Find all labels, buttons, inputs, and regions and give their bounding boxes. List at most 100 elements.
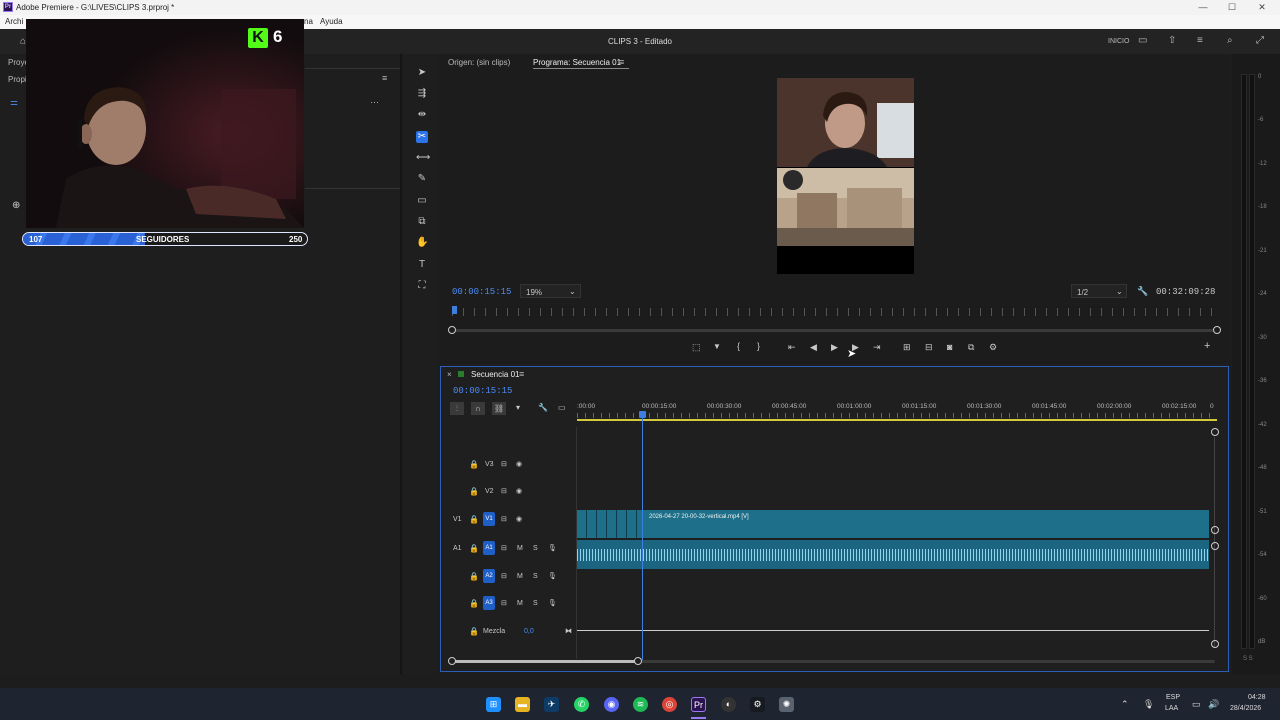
- solo-button[interactable]: S: [533, 600, 538, 607]
- zoom-handle-right[interactable]: [1213, 326, 1221, 334]
- selection-tool-icon[interactable]: ➤: [416, 67, 428, 79]
- add-marker-icon[interactable]: ▾: [516, 403, 520, 412]
- lock-icon[interactable]: 🔒: [469, 460, 479, 469]
- v-scroll-handle[interactable]: [1211, 526, 1219, 534]
- mix-jump-icon[interactable]: ⧓: [565, 627, 572, 635]
- language-code[interactable]: ESP: [1166, 694, 1180, 701]
- snap-icon[interactable]: ∩: [471, 402, 485, 415]
- sync-lock-icon[interactable]: ⊟: [501, 572, 507, 580]
- sync-lock-icon[interactable]: ⊟: [501, 544, 507, 552]
- mute-button[interactable]: M: [517, 600, 523, 607]
- mute-button[interactable]: M: [517, 545, 523, 552]
- menu-icon[interactable]: ≡: [1197, 35, 1203, 46]
- panel-layout-icon[interactable]: ▭: [1138, 35, 1147, 46]
- track-select-tool-icon[interactable]: ⇶: [416, 88, 428, 100]
- go-to-in-icon[interactable]: ⇤: [788, 342, 796, 353]
- v-scroll-top-handle[interactable]: [1211, 428, 1219, 436]
- button-editor-icon[interactable]: +: [1204, 340, 1210, 352]
- lock-icon[interactable]: 🔒: [469, 627, 479, 636]
- add-marker-icon[interactable]: ▼: [713, 342, 721, 351]
- razor-tool-icon[interactable]: ✂: [416, 131, 428, 143]
- step-back-icon[interactable]: ◀: [810, 342, 817, 353]
- mute-button[interactable]: M: [517, 573, 523, 580]
- track-target-button[interactable]: A3: [483, 596, 495, 610]
- chrome-icon[interactable]: ◎: [662, 697, 677, 712]
- display-icon[interactable]: ▭: [1192, 699, 1201, 710]
- zoom-handle-left[interactable]: [448, 326, 456, 334]
- ripple-edit-tool-icon[interactable]: ⇹: [416, 109, 428, 121]
- track-target-button[interactable]: V1: [483, 512, 495, 526]
- sync-lock-icon[interactable]: ⊟: [501, 515, 507, 523]
- video-clip[interactable]: 2026-04-27 20-00-32-vertical.mp4 [V]: [577, 510, 1209, 538]
- share-icon[interactable]: ⇧: [1168, 35, 1176, 46]
- tray-chevron-icon[interactable]: ⌃: [1121, 699, 1129, 710]
- mix-value[interactable]: 0,0: [524, 628, 534, 635]
- wrench-icon[interactable]: 🔧: [1137, 286, 1148, 297]
- comparison-view-icon[interactable]: ⧉: [968, 342, 974, 353]
- track-target-button[interactable]: A1: [483, 541, 495, 555]
- rectangle-tool-icon[interactable]: ▭: [416, 195, 428, 207]
- lock-icon[interactable]: 🔒: [469, 572, 479, 581]
- timeline-ruler[interactable]: :00:00 00:00:15:00 00:00:30:00 00:00:45:00 0…: [577, 401, 1217, 421]
- captions-icon[interactable]: ▭: [558, 403, 566, 412]
- source-patch[interactable]: A1: [453, 545, 462, 552]
- resolution-select[interactable]: 1/2 ⌄: [1071, 284, 1127, 298]
- file-explorer-icon[interactable]: ▬: [515, 697, 530, 712]
- marker-icon[interactable]: ⬚: [692, 342, 701, 353]
- sync-lock-icon[interactable]: ⊟: [501, 487, 507, 495]
- menu-item-ayuda[interactable]: Ayuda: [320, 17, 343, 26]
- remix-tool-icon[interactable]: ⛶: [416, 280, 428, 292]
- tab-properties[interactable]: Propi: [8, 75, 27, 84]
- eye-icon[interactable]: ◉: [516, 460, 522, 468]
- eye-icon[interactable]: ◉: [516, 487, 522, 495]
- play-icon[interactable]: ▶: [831, 342, 838, 353]
- tab-source[interactable]: Origen: (sin clips): [448, 58, 510, 67]
- sync-lock-icon[interactable]: ⊟: [501, 460, 507, 468]
- add-icon[interactable]: ⊕: [12, 200, 20, 211]
- maximize-button[interactable]: ☐: [1222, 1, 1242, 13]
- v-scroll-handle[interactable]: [1211, 542, 1219, 550]
- tab-sequence[interactable]: Secuencia 01: [471, 370, 519, 379]
- playhead[interactable]: [642, 413, 643, 661]
- microphone-icon[interactable]: 🎙: [548, 544, 557, 552]
- close-tab-icon[interactable]: ×: [447, 370, 452, 379]
- obs-icon[interactable]: ◐: [721, 697, 736, 712]
- monitor-ruler[interactable]: [452, 308, 1217, 316]
- mark-out-icon[interactable]: }: [757, 341, 760, 351]
- microphone-icon[interactable]: 🎙: [548, 599, 557, 607]
- camera-icon[interactable]: ◙: [947, 342, 952, 352]
- steam-ish-app-icon[interactable]: ✈: [544, 697, 559, 712]
- menu-item-archivo[interactable]: Archi: [5, 17, 23, 26]
- fullscreen-icon[interactable]: ⤢: [1256, 35, 1264, 46]
- program-timecode[interactable]: 00:00:15:15: [452, 287, 511, 297]
- lock-icon[interactable]: 🔒: [469, 599, 479, 608]
- track-target-button[interactable]: A2: [483, 569, 495, 583]
- microphone-icon[interactable]: 🎙: [1143, 699, 1154, 710]
- lock-icon[interactable]: 🔒: [469, 487, 479, 496]
- playhead-handle[interactable]: [639, 411, 646, 418]
- spotify-icon[interactable]: ≋: [633, 697, 648, 712]
- minimize-button[interactable]: —: [1193, 1, 1213, 13]
- overwrite-icon[interactable]: ⊟: [925, 342, 933, 353]
- sync-lock-icon[interactable]: ⊟: [501, 599, 507, 607]
- timeline-settings-icon[interactable]: 🔧: [538, 403, 548, 412]
- settings-icon[interactable]: ⚌: [10, 97, 18, 108]
- settings-app-icon[interactable]: ✺: [779, 697, 794, 712]
- clock-time[interactable]: 04:28: [1248, 694, 1266, 701]
- mark-in-icon[interactable]: {: [737, 341, 740, 351]
- insert-icon[interactable]: ⊞: [903, 342, 911, 353]
- h-scroll-thumb[interactable]: [453, 660, 639, 663]
- eye-icon[interactable]: ◉: [516, 515, 522, 523]
- steam-icon[interactable]: ⚙: [750, 697, 765, 712]
- hand-tool-icon[interactable]: ✋: [416, 237, 428, 249]
- zoom-select[interactable]: 19% ⌄: [520, 284, 581, 298]
- v-scroll-handle[interactable]: [1211, 640, 1219, 648]
- solo-buttons[interactable]: S S: [1243, 656, 1253, 662]
- solo-button[interactable]: S: [533, 573, 538, 580]
- go-to-out-icon[interactable]: ⇥: [873, 342, 881, 353]
- type-tool-icon[interactable]: T: [416, 259, 428, 271]
- volume-icon[interactable]: 🔊: [1208, 699, 1219, 710]
- lock-icon[interactable]: 🔒: [469, 544, 479, 553]
- keyboard-layout[interactable]: LAA: [1165, 705, 1178, 712]
- close-button[interactable]: ✕: [1252, 1, 1272, 13]
